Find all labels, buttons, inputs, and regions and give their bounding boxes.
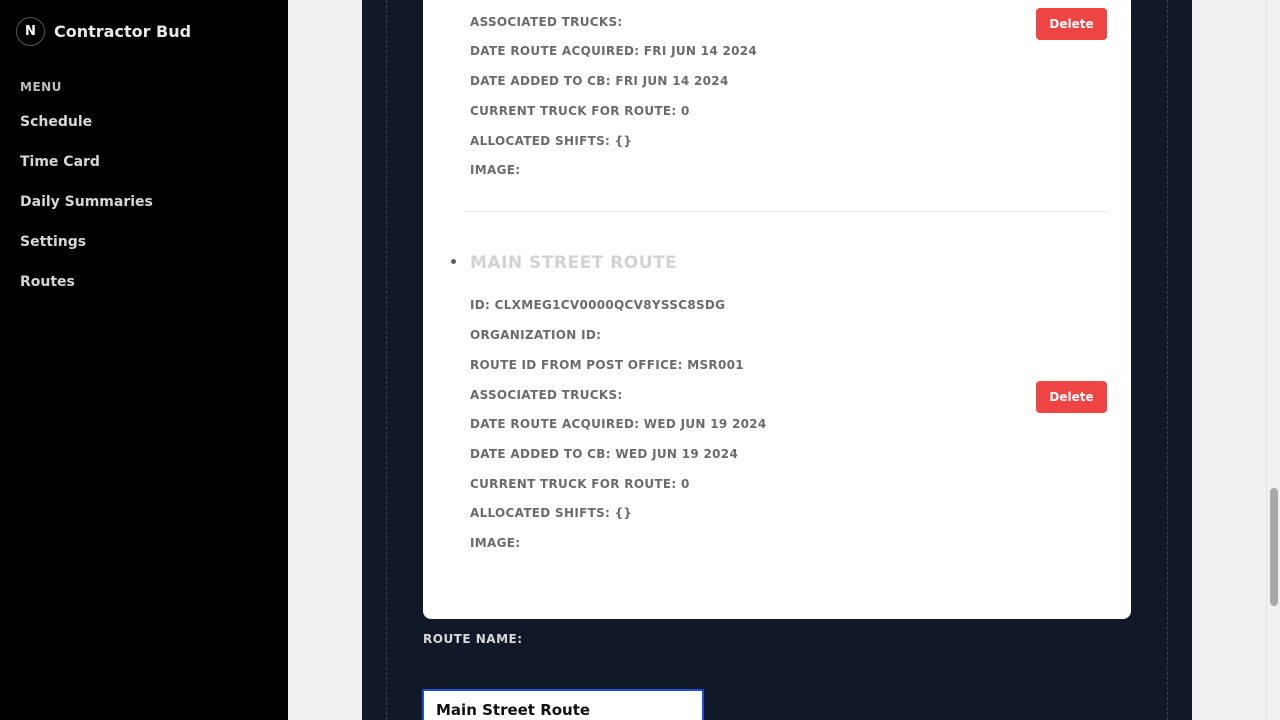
route-date-added: DATE ADDED TO CB: WED JUN 19 2024 [470, 447, 739, 461]
sidebar-item-settings[interactable]: Settings [20, 232, 153, 272]
app-name: Contractor Bud [54, 21, 192, 41]
route-image: IMAGE: [470, 536, 521, 550]
route-date-added: DATE ADDED TO CB: FRI JUN 14 2024 [470, 74, 729, 88]
route-allocated-shifts: ALLOCATED SHIFTS: {} [470, 134, 633, 148]
delete-route-button[interactable]: Delete [1036, 381, 1107, 413]
route-title: MAIN STREET ROUTE [470, 253, 678, 273]
routes-list-card: ASSOCIATED TRUCKS: DATE ROUTE ACQUIRED: … [423, 0, 1131, 619]
sidebar: N Contractor Bud MENU Schedule Time Card… [0, 0, 288, 720]
sidebar-item-daily-summaries[interactable]: Daily Summaries [20, 192, 153, 232]
route-associated-trucks: ASSOCIATED TRUCKS: [470, 388, 623, 402]
route-current-truck: CURRENT TRUCK FOR ROUTE: 0 [470, 477, 690, 491]
page-scrollbar[interactable] [1266, 0, 1280, 720]
route-allocated-shifts: ALLOCATED SHIFTS: {} [470, 506, 633, 520]
sidebar-item-schedule[interactable]: Schedule [20, 112, 153, 152]
delete-route-button[interactable]: Delete [1036, 8, 1107, 40]
route-post-office-id: ROUTE ID FROM POST OFFICE: MSR001 [470, 358, 744, 372]
route-divider [465, 211, 1107, 212]
route-date-acquired: DATE ROUTE ACQUIRED: FRI JUN 14 2024 [470, 44, 758, 58]
route-associated-trucks: ASSOCIATED TRUCKS: [470, 15, 623, 29]
app-logo-icon: N [16, 16, 45, 46]
route-name-input[interactable]: Main Street Route [422, 689, 704, 720]
route-current-truck: CURRENT TRUCK FOR ROUTE: 0 [470, 104, 690, 118]
scrollbar-thumb[interactable] [1270, 488, 1278, 606]
sidebar-nav: Schedule Time Card Daily Summaries Setti… [20, 112, 153, 312]
route-image: IMAGE: [470, 163, 521, 177]
route-id: ID: CLXMEG1CV0000QCV8YSSC8SDG [470, 298, 726, 312]
page-gutter-left [288, 0, 362, 720]
sidebar-item-time-card[interactable]: Time Card [20, 152, 153, 192]
brand[interactable]: N Contractor Bud [16, 16, 191, 46]
page-gutter-right [1192, 0, 1266, 720]
route-organization-id: ORGANIZATION ID: [470, 328, 602, 342]
route-date-acquired: DATE ROUTE ACQUIRED: WED JUN 19 2024 [470, 417, 767, 431]
sidebar-item-routes[interactable]: Routes [20, 272, 153, 312]
route-name-label: ROUTE NAME: [423, 632, 523, 646]
list-bullet [451, 259, 456, 264]
menu-title: MENU [20, 80, 62, 94]
